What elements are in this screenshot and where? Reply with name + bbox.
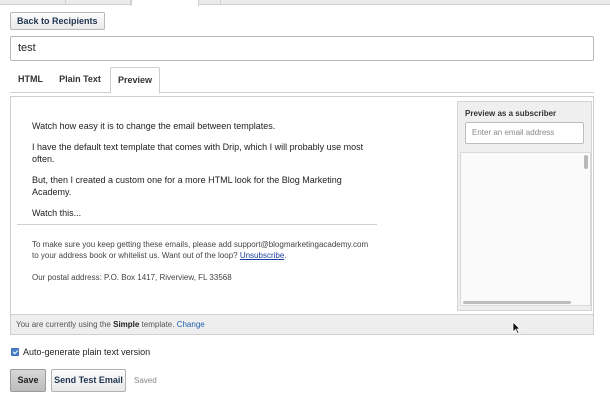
template-status-suffix: template. — [139, 320, 177, 329]
postal-address: Our postal address: P.O. Box 1417, River… — [32, 273, 232, 282]
back-to-recipients-button[interactable]: Back to Recipients — [10, 12, 105, 30]
send-test-email-button[interactable]: Send Test Email — [51, 369, 126, 392]
mouse-cursor-icon — [512, 321, 521, 334]
subscriber-preview-title: Preview as a subscriber — [465, 109, 557, 118]
footer-end: . — [284, 251, 287, 260]
top-tab[interactable] — [199, 0, 221, 5]
body-paragraph: Watch this... — [32, 208, 82, 218]
subscriber-preview-box: Preview as a subscriber Enter an email a… — [457, 101, 592, 311]
subject-input[interactable]: test — [10, 36, 594, 61]
top-tab-active[interactable] — [131, 0, 199, 6]
top-tab-strip — [0, 0, 610, 6]
vertical-scrollbar[interactable] — [584, 155, 588, 169]
email-body: Watch how easy it is to change the email… — [32, 120, 372, 228]
template-status-prefix: You are currently using the — [16, 320, 114, 329]
save-status: Saved — [134, 376, 157, 385]
tab-plain-text[interactable]: Plain Text — [51, 67, 109, 93]
body-paragraph: Watch how easy it is to change the email… — [32, 121, 276, 131]
footer-text: To make sure you keep getting these emai… — [32, 240, 369, 260]
top-tab[interactable] — [66, 0, 131, 5]
email-footer: To make sure you keep getting these emai… — [32, 239, 372, 261]
auto-generate-checkbox[interactable] — [11, 348, 19, 356]
tab-html[interactable]: HTML — [10, 67, 51, 93]
preview-panel: Watch how easy it is to change the email… — [10, 96, 594, 335]
auto-generate-label: Auto-generate plain text version — [23, 347, 151, 357]
template-status-bar: You are currently using the Simple templ… — [10, 314, 594, 335]
horizontal-scrollbar[interactable] — [463, 301, 571, 304]
change-template-link[interactable]: Change — [177, 320, 205, 329]
body-paragraph: But, then I created a custom one for a m… — [32, 175, 342, 197]
body-paragraph: I have the default text template that co… — [32, 142, 364, 164]
subscriber-preview-frame[interactable] — [460, 152, 591, 306]
footer-divider — [17, 224, 377, 225]
subscriber-email-input[interactable]: Enter an email address — [465, 122, 584, 144]
save-button[interactable]: Save — [10, 369, 46, 392]
tab-preview[interactable]: Preview — [110, 67, 160, 94]
top-tab[interactable] — [0, 0, 66, 5]
unsubscribe-link[interactable]: Unsubscribe — [240, 251, 284, 260]
editor-tabs: HTML Plain Text Preview — [10, 67, 594, 94]
template-name: Simple — [113, 320, 140, 329]
auto-generate-option[interactable]: Auto-generate plain text version — [11, 347, 150, 357]
